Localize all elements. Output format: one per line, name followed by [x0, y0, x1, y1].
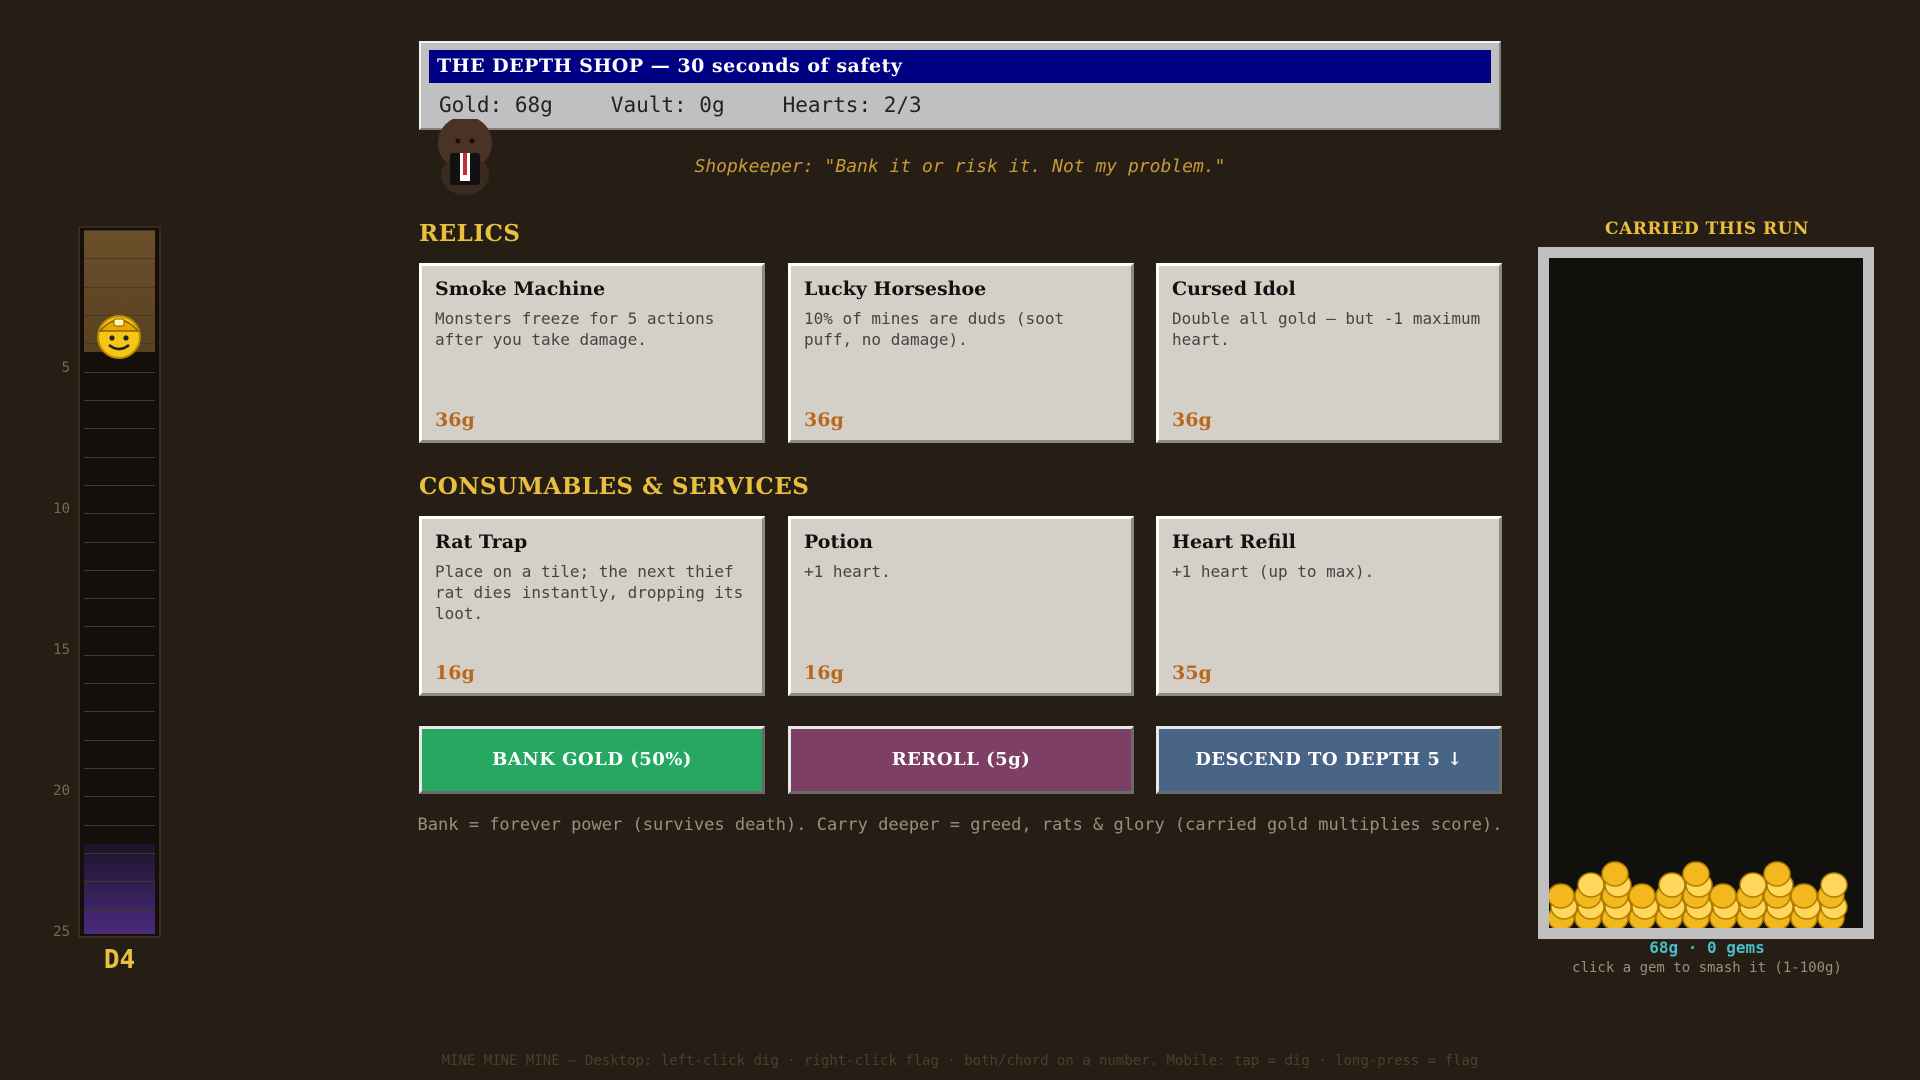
consumables-heading: CONSUMABLES & SERVICES	[419, 473, 810, 500]
gold-coin-icon	[1763, 861, 1791, 887]
depth-row	[84, 853, 155, 881]
shop-header: THE DEPTH SHOP — 30 seconds of safety Go…	[419, 41, 1501, 130]
vault-stat: Vault: 0g	[610, 93, 725, 117]
depth-row	[84, 428, 155, 456]
coin-pile	[1549, 861, 1848, 928]
card-description: Monsters freeze for 5 actions after you …	[435, 309, 715, 349]
shop-footnote: Bank = forever power (survives death). C…	[417, 815, 1503, 835]
depth-row	[84, 909, 155, 938]
gold-stat: Gold: 68g	[439, 93, 553, 117]
card-name: Heart Refill	[1172, 531, 1296, 553]
card-price: 16g	[804, 662, 844, 684]
depth-row	[84, 598, 155, 626]
depth-row	[84, 768, 155, 796]
depth-row	[84, 484, 155, 513]
depth-tick-10: 10	[53, 501, 70, 517]
descend-button[interactable]: DESCEND TO DEPTH 5 ↓	[1156, 726, 1502, 794]
stats-row: Gold: 68g Vault: 0g Hearts: 2/3	[439, 93, 980, 117]
reroll-button[interactable]: REROLL (5g)	[788, 726, 1134, 794]
card-name: Cursed Idol	[1172, 278, 1296, 300]
carried-inner[interactable]	[1549, 258, 1863, 928]
card-description: 10% of mines are duds (soot puff, no dam…	[804, 309, 1065, 349]
carried-title: CARRIED THIS RUN	[1605, 219, 1809, 239]
depth-row	[84, 258, 155, 286]
card-name: Rat Trap	[435, 531, 528, 553]
card-description: +1 heart.	[804, 562, 891, 581]
depth-row	[84, 513, 155, 541]
depth-row	[84, 569, 155, 598]
depth-label: D4	[103, 945, 136, 975]
relic-card-cursed-idol[interactable]: Cursed Idol Double all gold — but -1 max…	[1156, 263, 1502, 443]
depth-row	[84, 230, 155, 258]
depth-row	[84, 796, 155, 824]
carried-hint: click a gem to smash it (1-100g)	[1572, 960, 1842, 976]
depth-row	[84, 881, 155, 909]
card-price: 16g	[435, 662, 475, 684]
carried-summary: 68g · 0 gems	[1649, 938, 1765, 957]
depth-row	[84, 654, 155, 683]
relic-card-lucky-horseshoe[interactable]: Lucky Horseshoe 10% of mines are duds (s…	[788, 263, 1134, 443]
hearts-stat: Hearts: 2/3	[782, 93, 922, 117]
shopkeeper-icon	[438, 119, 492, 195]
card-price: 36g	[804, 409, 844, 431]
gold-coin-icon	[1658, 872, 1686, 898]
consumable-card-heart-refill[interactable]: Heart Refill +1 heart (up to max). 35g	[1156, 516, 1502, 696]
depth-row	[84, 456, 155, 485]
gold-coin-icon	[1601, 861, 1629, 887]
relic-card-smoke-machine[interactable]: Smoke Machine Monsters freeze for 5 acti…	[419, 263, 765, 443]
controls-help: MINE MINE MINE — Desktop: left-click dig…	[441, 1053, 1479, 1069]
miner-face-icon	[97, 315, 141, 359]
depth-tick-25: 25	[53, 924, 70, 940]
depth-row	[84, 683, 155, 711]
gold-coin-icon	[1682, 861, 1710, 887]
depth-row	[84, 541, 155, 570]
card-name: Smoke Machine	[435, 278, 606, 300]
card-price: 35g	[1172, 662, 1212, 684]
card-description: Place on a tile; the next thief rat dies…	[435, 562, 744, 623]
gold-coin-icon	[1628, 883, 1656, 909]
gold-coin-icon	[1820, 872, 1848, 898]
depth-tick-5: 5	[61, 360, 70, 376]
depth-row	[84, 399, 155, 428]
card-price: 36g	[1172, 409, 1212, 431]
card-price: 36g	[435, 409, 475, 431]
depth-tick-15: 15	[53, 642, 70, 658]
carried-panel	[1538, 247, 1874, 939]
card-name: Potion	[804, 531, 873, 553]
shop-title: THE DEPTH SHOP — 30 seconds of safety	[429, 50, 1491, 83]
depth-row	[84, 371, 155, 400]
shopkeeper-quote: Shopkeeper: "Bank it or risk it. Not my …	[694, 156, 1226, 177]
depth-row	[84, 739, 155, 768]
depth-row	[84, 626, 155, 654]
gold-coin-icon	[1549, 883, 1575, 909]
gold-coin-icon	[1739, 872, 1767, 898]
gold-coin-icon	[1790, 883, 1818, 909]
gold-coin-icon	[1709, 883, 1737, 909]
card-description: +1 heart (up to max).	[1172, 562, 1375, 581]
relics-heading: RELICS	[419, 220, 521, 247]
bank-gold-button[interactable]: BANK GOLD (50%)	[419, 726, 765, 794]
card-name: Lucky Horseshoe	[804, 278, 987, 300]
consumable-card-rat-trap[interactable]: Rat Trap Place on a tile; the next thief…	[419, 516, 765, 696]
card-description: Double all gold — but -1 maximum heart.	[1172, 309, 1481, 349]
depth-row	[84, 824, 155, 853]
gold-coin-icon	[1577, 872, 1605, 898]
consumable-card-potion[interactable]: Potion +1 heart. 16g	[788, 516, 1134, 696]
depth-row	[84, 711, 155, 739]
depth-tick-20: 20	[53, 783, 70, 799]
